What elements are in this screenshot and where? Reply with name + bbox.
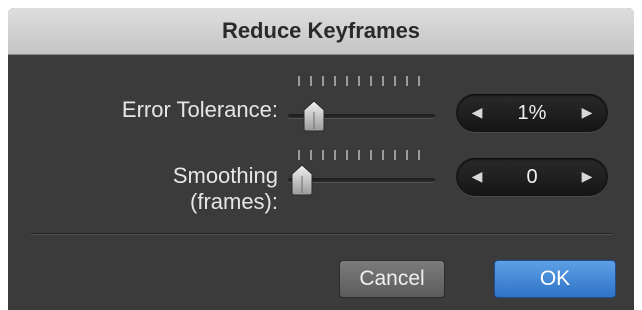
- decrement-arrow-icon[interactable]: ◀: [462, 94, 492, 132]
- smoothing-label-line2: (frames):: [190, 189, 278, 214]
- smoothing-ticks: [298, 150, 430, 160]
- increment-arrow-icon[interactable]: ▶: [572, 158, 602, 196]
- ok-button[interactable]: OK: [494, 260, 616, 298]
- smoothing-label: Smoothing (frames):: [48, 163, 278, 215]
- smoothing-label-line1: Smoothing: [172, 163, 278, 188]
- reduce-keyframes-dialog: Reduce Keyframes Error Tolerance: ◀ 1% ▶…: [8, 8, 634, 310]
- smoothing-slider-thumb[interactable]: [290, 164, 314, 196]
- separator: [30, 233, 612, 235]
- error-tolerance-slider-thumb[interactable]: [302, 100, 326, 132]
- smoothing-value[interactable]: 0: [496, 158, 568, 196]
- error-tolerance-value[interactable]: 1%: [496, 94, 568, 132]
- increment-arrow-icon[interactable]: ▶: [572, 94, 602, 132]
- error-tolerance-label: Error Tolerance:: [121, 97, 278, 122]
- dialog-title: Reduce Keyframes: [221, 18, 421, 43]
- decrement-arrow-icon[interactable]: ◀: [462, 158, 492, 196]
- error-tolerance-stepper[interactable]: ◀ 1% ▶: [456, 94, 608, 132]
- error-tolerance-ticks: [298, 76, 430, 86]
- title-bar[interactable]: Reduce Keyframes: [8, 8, 634, 55]
- cancel-button[interactable]: Cancel: [339, 260, 445, 298]
- smoothing-stepper[interactable]: ◀ 0 ▶: [456, 158, 608, 196]
